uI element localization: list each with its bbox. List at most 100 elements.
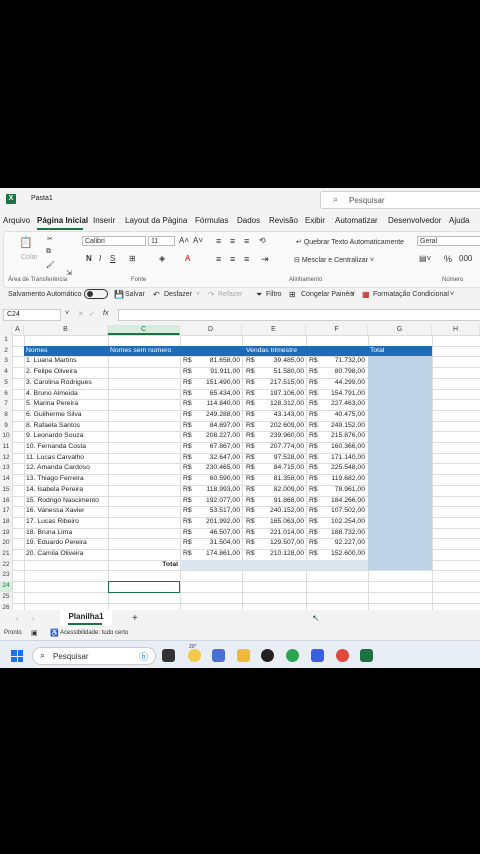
- dialog-launcher-icon[interactable]: ⇲: [66, 269, 72, 277]
- value-f-cell[interactable]: 171.140,00: [315, 453, 365, 464]
- column-header-d[interactable]: D: [180, 325, 242, 335]
- header-nomes-sem-numero[interactable]: Nomes sem numero: [110, 346, 171, 357]
- tab-inserir[interactable]: Inserir: [93, 216, 115, 225]
- row-header[interactable]: 4: [0, 367, 12, 378]
- bing-icon[interactable]: ⓑ: [139, 650, 148, 663]
- conditional-format-icon[interactable]: ▦: [362, 290, 370, 299]
- freeze-dropdown-icon[interactable]: ˅: [351, 291, 355, 298]
- name-cell[interactable]: 17. Lucas Ribeiro: [26, 517, 79, 528]
- underline-button[interactable]: S: [110, 254, 115, 263]
- filter-icon[interactable]: ⏷: [256, 290, 262, 300]
- value-d-cell[interactable]: 230.465,00: [190, 463, 240, 474]
- name-cell[interactable]: 13. Thiago Ferreira: [26, 474, 84, 485]
- sheet-tab-planilha1[interactable]: Planilha1: [60, 610, 112, 626]
- align-bottom-icon[interactable]: ≡: [244, 236, 249, 246]
- chrome-profile-icon[interactable]: [336, 649, 349, 662]
- value-f-cell[interactable]: 71.732,00: [315, 356, 365, 367]
- value-d-cell[interactable]: 53.517,00: [190, 506, 240, 517]
- value-f-cell[interactable]: 78.961,00: [315, 485, 365, 496]
- value-d-cell[interactable]: 249.288,00: [190, 410, 240, 421]
- value-d-cell[interactable]: 81.658,00: [190, 356, 240, 367]
- name-cell[interactable]: 16. Vanessa Xavier: [26, 506, 84, 517]
- column-header-h[interactable]: H: [432, 325, 480, 335]
- row-header[interactable]: 10: [0, 431, 12, 442]
- value-e-cell[interactable]: 51.580,00: [254, 367, 304, 378]
- cut-icon[interactable]: ✂: [47, 235, 53, 243]
- value-e-cell[interactable]: 210.128,00: [254, 549, 304, 560]
- tab-dados[interactable]: Dados: [237, 216, 260, 225]
- value-e-cell[interactable]: 240.152,00: [254, 506, 304, 517]
- weather-icon[interactable]: [188, 649, 201, 662]
- value-e-cell[interactable]: 202.609,00: [254, 421, 304, 432]
- header-nomes[interactable]: Nomes: [26, 346, 48, 357]
- paste-button[interactable]: Colar: [21, 254, 38, 261]
- row-header[interactable]: 2: [0, 345, 12, 357]
- formula-cancel-icon[interactable]: ✕: [78, 310, 84, 318]
- name-cell[interactable]: 2. Felipe Oliveira: [26, 367, 77, 378]
- row-header[interactable]: 24: [0, 581, 12, 592]
- fill-color-icon[interactable]: ◈: [159, 254, 165, 263]
- name-box[interactable]: C24: [3, 309, 61, 321]
- header-vendas-trimestre[interactable]: Vendas trimestre: [246, 346, 297, 357]
- tab-revisao[interactable]: Revisão: [269, 216, 298, 225]
- value-d-cell[interactable]: 118.993,00: [190, 485, 240, 496]
- value-f-cell[interactable]: 249.152,00: [315, 421, 365, 432]
- shrink-font-icon[interactable]: A˅: [193, 236, 203, 245]
- value-e-cell[interactable]: 217.515,00: [254, 378, 304, 389]
- value-f-cell[interactable]: 80.798,00: [315, 367, 365, 378]
- accessibility-status[interactable]: Acessibilidade: tudo certo: [60, 630, 128, 636]
- name-cell[interactable]: 18. Bruna Lima: [26, 528, 72, 539]
- row-header[interactable]: 11: [0, 442, 12, 453]
- value-e-cell[interactable]: 129.507,00: [254, 538, 304, 549]
- value-e-cell[interactable]: 81.358,00: [254, 474, 304, 485]
- value-f-cell[interactable]: 92.227,00: [315, 538, 365, 549]
- conditional-format-button[interactable]: Formatação Condicional: [373, 291, 449, 298]
- name-cell[interactable]: 12. Amanda Cardoso: [26, 463, 90, 474]
- column-header-c[interactable]: C: [108, 325, 180, 335]
- row-header[interactable]: 22: [0, 559, 12, 571]
- column-header-a[interactable]: A: [12, 325, 24, 335]
- teams-icon[interactable]: [212, 649, 225, 662]
- orientation-icon[interactable]: ⟲: [259, 236, 266, 245]
- name-cell[interactable]: 9. Leonardo Souza: [26, 431, 83, 442]
- name-cell[interactable]: 6. Guilherme Silva: [26, 410, 82, 421]
- file-explorer-icon[interactable]: [237, 649, 250, 662]
- tab-exibir[interactable]: Exibir: [305, 216, 325, 225]
- row-header[interactable]: 16: [0, 495, 12, 507]
- row-header[interactable]: 6: [0, 388, 12, 400]
- autosave-toggle[interactable]: [84, 289, 108, 299]
- app-icon[interactable]: [311, 649, 324, 662]
- value-d-cell[interactable]: 84.697,00: [190, 421, 240, 432]
- value-e-cell[interactable]: 82.009,00: [254, 485, 304, 496]
- row-header[interactable]: 13: [0, 463, 12, 475]
- value-e-cell[interactable]: 165.063,00: [254, 517, 304, 528]
- value-d-cell[interactable]: 60.590,00: [190, 474, 240, 485]
- next-sheet-icon[interactable]: ›: [32, 614, 35, 623]
- grow-font-icon[interactable]: A˄: [179, 236, 189, 245]
- row-header[interactable]: 23: [0, 570, 12, 582]
- row-header[interactable]: 18: [0, 516, 12, 528]
- total-label[interactable]: Total: [110, 560, 178, 571]
- tab-desenvolvedor[interactable]: Desenvolvedor: [388, 216, 441, 225]
- number-format-select[interactable]: Geral: [417, 236, 480, 246]
- column-header-b[interactable]: B: [24, 325, 108, 335]
- align-middle-icon[interactable]: ≡: [230, 236, 235, 246]
- row-header[interactable]: 9: [0, 420, 12, 432]
- save-button[interactable]: Salvar: [125, 291, 145, 298]
- name-cell[interactable]: 1. Luana Martins: [26, 356, 77, 367]
- wrap-text-button[interactable]: ↵ Quebrar Texto Automaticamente: [296, 238, 404, 246]
- undo-button[interactable]: Desfazer: [164, 291, 192, 298]
- name-cell[interactable]: 10. Fernanda Costa: [26, 442, 86, 453]
- tab-layout[interactable]: Layout da Página: [125, 216, 187, 225]
- value-e-cell[interactable]: 239.960,00: [254, 431, 304, 442]
- italic-button[interactable]: I: [99, 254, 101, 263]
- row-header[interactable]: 25: [0, 591, 12, 603]
- tab-formulas[interactable]: Fórmulas: [195, 216, 228, 225]
- align-right-icon[interactable]: ≡: [244, 254, 249, 264]
- font-name-select[interactable]: Calibri: [82, 236, 146, 246]
- value-f-cell[interactable]: 102.254,00: [315, 517, 365, 528]
- value-e-cell[interactable]: 207.774,00: [254, 442, 304, 453]
- value-d-cell[interactable]: 174.861,00: [190, 549, 240, 560]
- name-cell[interactable]: 11. Lucas Carvalho: [26, 453, 84, 464]
- value-d-cell[interactable]: 151.490,00: [190, 378, 240, 389]
